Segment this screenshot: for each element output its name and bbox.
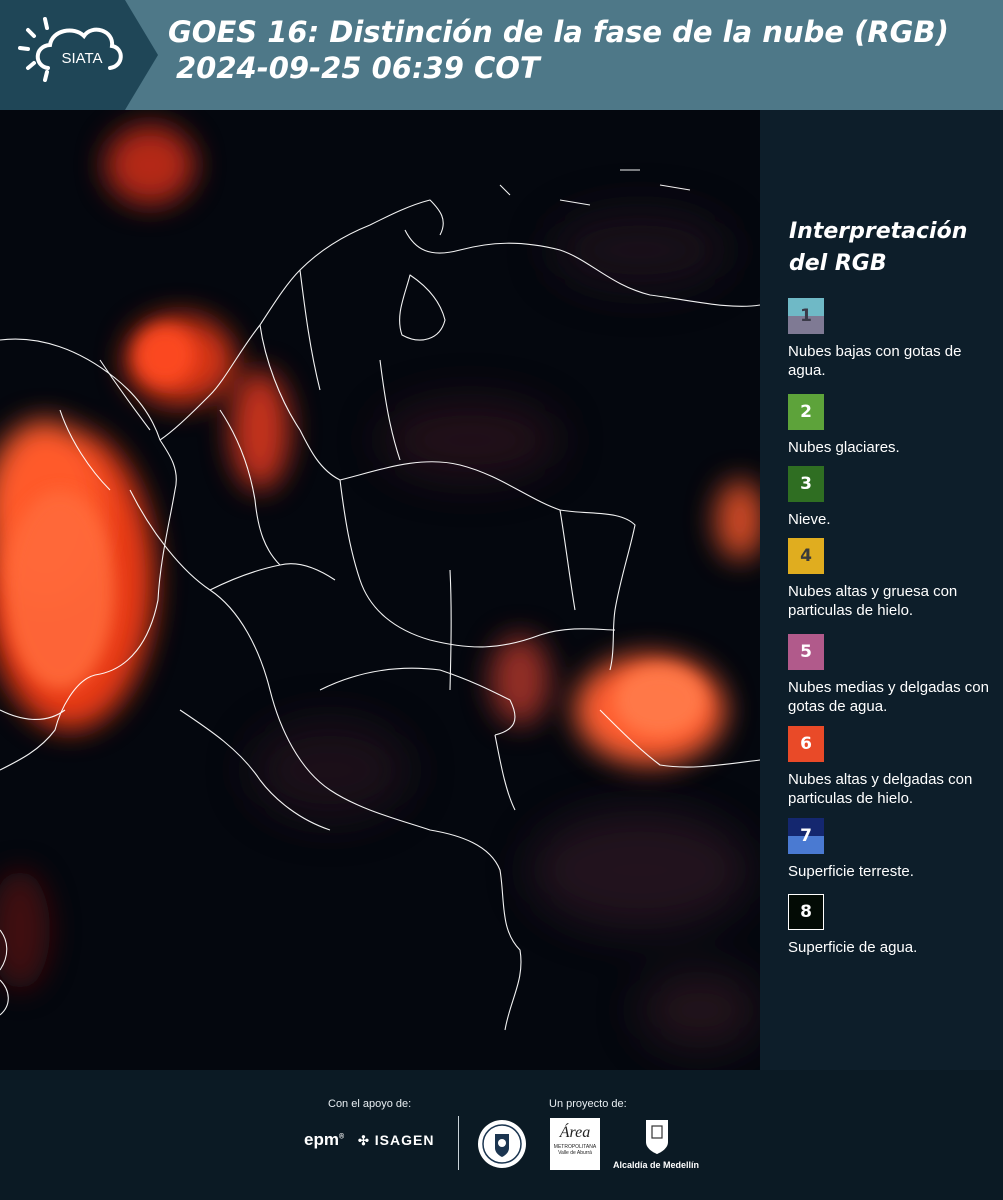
page-title: GOES 16: Distinción de la fase de la nub… <box>168 14 998 86</box>
siata-logo-tab: SIATA <box>0 0 158 110</box>
legend-panel: Interpretación del RGB 1 Nubes bajas con… <box>760 110 1003 1070</box>
legend-text-7: Superficie terreste. <box>788 863 914 880</box>
legend-item-7: 7 Superficie terreste. <box>788 818 998 881</box>
legend-text-5: Nubes medias y delgadas con gotas de agu… <box>788 679 989 715</box>
area-metropolitana-logo: Área METROPOLITANA Valle de Aburrá <box>550 1118 600 1170</box>
title-line-1: GOES 16: Distinción de la fase de la nub… <box>168 15 949 49</box>
legend-title: Interpretación del RGB <box>789 219 968 276</box>
legend-item-4: 4 Nubes altas y gruesa con particulas de… <box>788 538 998 620</box>
legend-item-2: 2 Nubes glaciares. <box>788 394 998 457</box>
legend-text-8: Superficie de agua. <box>788 939 918 956</box>
footer-divider <box>458 1116 459 1170</box>
legend-text-6: Nubes altas y delgadas con particulas de… <box>788 771 973 807</box>
legend-item-6: 6 Nubes altas y delgadas con particulas … <box>788 726 998 808</box>
support-label: Con el apoyo de: <box>328 1098 412 1110</box>
satellite-map <box>0 110 760 1070</box>
legend-swatch-7: 7 <box>788 818 824 854</box>
alcaldia-logo-text: Alcaldía de Medellín <box>613 1160 700 1170</box>
university-seal-logo <box>478 1120 526 1168</box>
legend-text-4: Nubes altas y gruesa con particulas de h… <box>788 583 958 619</box>
legend-text-2: Nubes glaciares. <box>788 439 900 456</box>
alcaldia-shield-icon <box>646 1120 668 1154</box>
legend-swatch-5: 5 <box>788 634 824 670</box>
legend-swatch-4: 4 <box>788 538 824 574</box>
legend-text-1: Nubes bajas con gotas de agua. <box>788 343 962 379</box>
footer: Con el apoyo de: Un proyecto de: epm® ✣ … <box>0 1070 1003 1200</box>
legend-swatch-1: 1 <box>788 298 824 334</box>
isagen-mark-icon: ✣ <box>358 1133 370 1148</box>
project-label: Un proyecto de: <box>549 1098 627 1110</box>
satellite-image <box>0 110 760 1070</box>
legend-item-5: 5 Nubes medias y delgadas con gotas de a… <box>788 634 998 716</box>
legend-text-3: Nieve. <box>788 511 831 528</box>
legend-item-8: 8 Superficie de agua. <box>788 894 998 957</box>
legend-swatch-6: 6 <box>788 726 824 762</box>
legend-swatch-2: 2 <box>788 394 824 430</box>
epm-logo: epm® <box>304 1130 345 1149</box>
title-line-2: 2024-09-25 06:39 COT <box>176 51 540 85</box>
legend-swatch-3: 3 <box>788 466 824 502</box>
legend-item-3: 3 Nieve. <box>788 466 998 529</box>
legend-swatch-8: 8 <box>788 894 824 930</box>
isagen-logo: ✣ ISAGEN <box>358 1132 435 1148</box>
header-bar: SIATA GOES 16: Distinción de la fase de … <box>0 0 1003 110</box>
legend-item-1: 1 Nubes bajas con gotas de agua. <box>788 298 998 380</box>
siata-logo-text: SIATA <box>61 50 102 67</box>
